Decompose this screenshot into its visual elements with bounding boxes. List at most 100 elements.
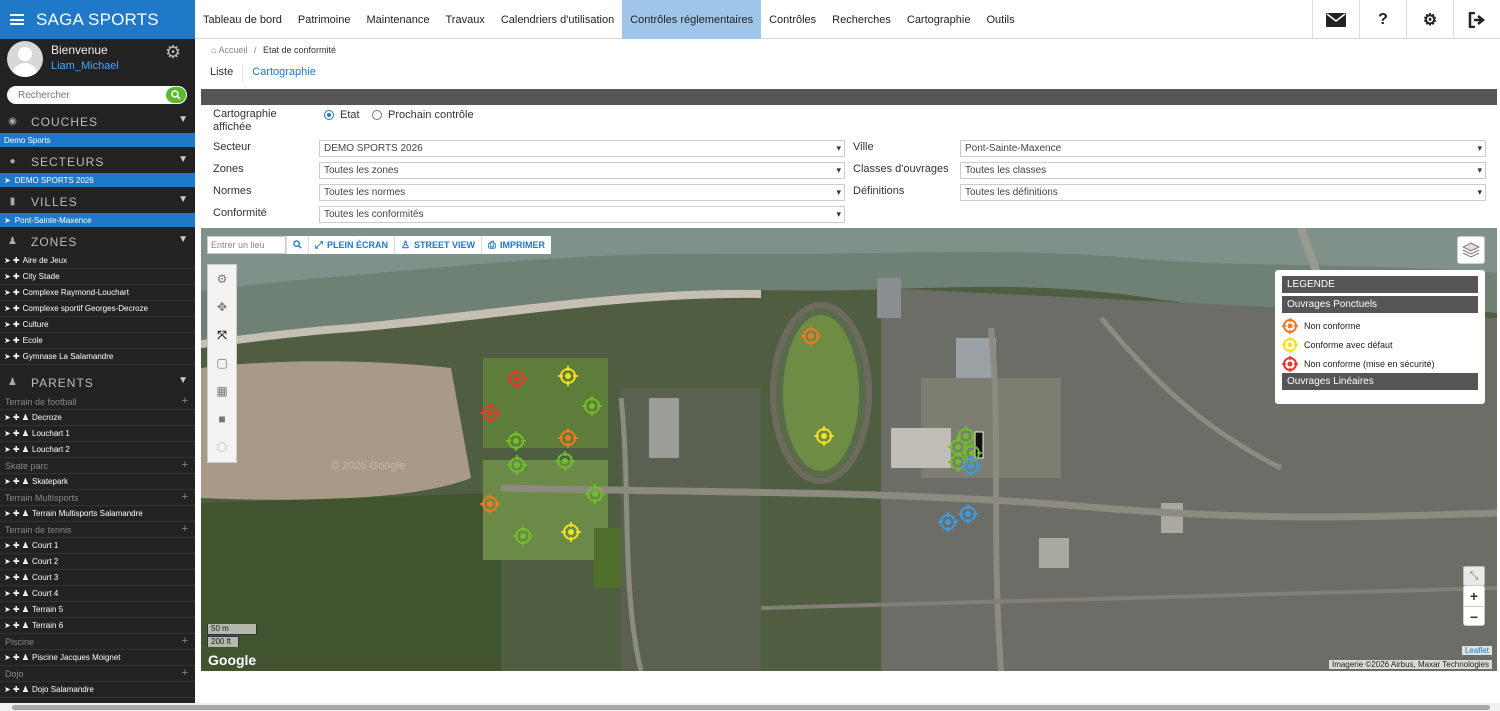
navigate-plus-icon[interactable]: ➤ ✚ <box>4 320 20 329</box>
place-search-button[interactable] <box>286 236 308 254</box>
add-icon[interactable]: + <box>182 667 188 679</box>
zoom-out-button[interactable]: − <box>1464 606 1484 626</box>
definitions-select[interactable]: Toutes les définitions ▾ <box>960 184 1486 201</box>
zone-item[interactable]: ➤ ✚ Complexe Raymond-Louchart <box>0 285 195 301</box>
parent-item[interactable]: ➤ ✚ ♟ Decroze <box>0 410 195 426</box>
navigate-plus-group-icon[interactable]: ➤ ✚ ♟ <box>4 621 29 630</box>
help-icon[interactable]: ? <box>1359 0 1406 39</box>
parent-item[interactable]: ➤ ✚ ♟ Court 3 <box>0 570 195 586</box>
breadcrumb-home[interactable]: Accueil <box>218 45 247 55</box>
navigate-plus-group-icon[interactable]: ➤ ✚ ♟ <box>4 541 29 550</box>
zoom-in-button[interactable]: + <box>1464 586 1484 606</box>
navigate-plus-group-icon[interactable]: ➤ ✚ ♟ <box>4 589 29 598</box>
navigate-plus-icon[interactable]: ➤ ✚ <box>4 304 20 313</box>
print-button[interactable]: ⎙ IMPRIMER <box>481 236 551 254</box>
add-icon[interactable]: + <box>182 523 188 535</box>
square-icon[interactable]: ■ <box>208 405 236 433</box>
zone-item[interactable]: ➤ ✚ Ecole <box>0 333 195 349</box>
navigate-plus-icon[interactable]: ➤ ✚ <box>4 256 20 265</box>
gear-icon[interactable]: ⚙ <box>165 42 181 63</box>
selected-secteurs[interactable]: ➤ DEMO SPORTS 2026 <box>0 173 195 187</box>
secteur-select[interactable]: DEMO SPORTS 2026 ▾ <box>319 140 845 157</box>
leaflet-link[interactable]: Leaflet <box>1461 646 1492 655</box>
chevron-down-icon[interactable]: ▼ <box>178 375 189 386</box>
home-icon[interactable]: ⌂ <box>211 45 216 55</box>
navigate-plus-group-icon[interactable]: ➤ ✚ ♟ <box>4 413 29 422</box>
navigate-plus-icon[interactable]: ➤ ✚ <box>4 352 20 361</box>
scrollbar-thumb[interactable] <box>12 705 1490 710</box>
parent-item[interactable]: ➤ ✚ ♟ Terrain 5 <box>0 602 195 618</box>
parent-item[interactable]: ➤ ✚ ♟ Court 2 <box>0 554 195 570</box>
add-icon[interactable]: + <box>182 395 188 407</box>
chevron-down-icon[interactable]: ▼ <box>178 154 189 165</box>
nav-item-maintenance[interactable]: Maintenance <box>358 0 437 39</box>
search-icon[interactable] <box>166 87 186 103</box>
navigate-plus-group-icon[interactable]: ➤ ✚ ♟ <box>4 429 29 438</box>
nav-item-tableau-de-bord[interactable]: Tableau de bord <box>195 0 290 39</box>
parent-item[interactable]: ➤ ✚ ♟ Terrain 6 <box>0 618 195 634</box>
nav-item-controles[interactable]: Contrôles <box>761 0 824 39</box>
navigate-plus-group-icon[interactable]: ➤ ✚ ♟ <box>4 477 29 486</box>
conformite-select[interactable]: Toutes les conformités ▾ <box>319 206 845 223</box>
settings-icon[interactable]: ⚙ <box>208 265 236 293</box>
ville-select[interactable]: Pont-Sainte-Maxence ▾ <box>960 140 1486 157</box>
parent-group[interactable]: Dojo + <box>0 666 195 682</box>
navigate-plus-group-icon[interactable]: ➤ ✚ ♟ <box>4 685 29 694</box>
tab-cartographie[interactable]: Cartographie <box>243 64 325 82</box>
section-parents[interactable]: ♟ PARENTS ▼ <box>0 371 195 394</box>
parent-group[interactable]: Terrain de football + <box>0 394 195 410</box>
zone-item[interactable]: ➤ ✚ Complexe sportif Georges-Decroze <box>0 301 195 317</box>
add-icon[interactable]: + <box>182 491 188 503</box>
horizontal-scrollbar[interactable] <box>0 703 1500 711</box>
navigate-plus-group-icon[interactable]: ➤ ✚ ♟ <box>4 557 29 566</box>
tab-liste[interactable]: Liste <box>201 64 244 82</box>
zones-select[interactable]: Toutes les zones ▾ <box>319 162 845 179</box>
navigate-plus-group-icon[interactable]: ➤ ✚ ♟ <box>4 445 29 454</box>
navigate-plus-group-icon[interactable]: ➤ ✚ ♟ <box>4 653 29 662</box>
polygon-icon[interactable]: ⬡ <box>208 433 236 461</box>
navigate-plus-group-icon[interactable]: ➤ ✚ ♟ <box>4 573 29 582</box>
navigate-plus-icon[interactable]: ➤ ✚ <box>4 288 20 297</box>
extent-icon[interactable]: ⤧ <box>208 321 236 349</box>
nav-item-recherches[interactable]: Recherches <box>824 0 899 39</box>
chevron-down-icon[interactable]: ▼ <box>178 194 189 205</box>
zone-item[interactable]: ➤ ✚ Culture <box>0 317 195 333</box>
streetview-button[interactable]: ♙ STREET VIEW <box>394 236 481 254</box>
move-icon[interactable]: ✥ <box>208 293 236 321</box>
parent-group[interactable]: Terrain Multisports + <box>0 490 195 506</box>
chevron-down-icon[interactable]: ▼ <box>178 234 189 245</box>
parent-item[interactable]: ➤ ✚ ♟ Louchart 2 <box>0 442 195 458</box>
classes-select[interactable]: Toutes les classes ▾ <box>960 162 1486 179</box>
rectangle-icon[interactable]: ▢ <box>208 349 236 377</box>
logout-icon[interactable] <box>1453 0 1500 39</box>
zone-item[interactable]: ➤ ✚ City Stade <box>0 269 195 285</box>
settings-icon[interactable]: ⚙ <box>1406 0 1453 39</box>
nav-item-cartographie[interactable]: Cartographie <box>899 0 979 39</box>
parent-item[interactable]: ➤ ✚ ♟ Skatepark <box>0 474 195 490</box>
calculator-icon[interactable]: ▦ <box>208 377 236 405</box>
parent-group[interactable]: Terrain de tennis + <box>0 522 195 538</box>
add-icon[interactable]: + <box>182 459 188 471</box>
parent-item[interactable]: ➤ ✚ ♟ Court 4 <box>0 586 195 602</box>
parent-item[interactable]: ➤ ✚ ♟ Louchart 1 <box>0 426 195 442</box>
radio-etat-dot[interactable] <box>324 110 334 120</box>
parent-item[interactable]: ➤ ✚ ♟ Dojo Salamandre <box>0 682 195 698</box>
chevron-down-icon[interactable]: ▼ <box>178 114 189 125</box>
nav-item-travaux[interactable]: Travaux <box>437 0 492 39</box>
nav-item-outils[interactable]: Outils <box>978 0 1022 39</box>
menu-icon[interactable] <box>10 14 24 25</box>
parent-group[interactable]: Skate parc + <box>0 458 195 474</box>
section-couches[interactable]: ◉ COUCHES ▼ <box>0 110 195 133</box>
navigate-plus-group-icon[interactable]: ➤ ✚ ♟ <box>4 509 29 518</box>
add-icon[interactable]: + <box>182 635 188 647</box>
nav-item-calendriers-d-utilisation[interactable]: Calendriers d'utilisation <box>493 0 622 39</box>
parent-item[interactable]: ➤ ✚ ♟ Piscine Jacques Moignet <box>0 650 195 666</box>
search-input[interactable] <box>7 86 157 104</box>
map-canvas[interactable]: © 2026 Google Entrer un lieu ⤢ PLEIN ÉCRA… <box>201 228 1497 671</box>
section-villes[interactable]: ▮ VILLES ▼ <box>0 190 195 213</box>
section-secteurs[interactable]: ● SECTEURS ▼ <box>0 150 195 173</box>
radio-prochain-dot[interactable] <box>372 110 382 120</box>
parent-item[interactable]: ➤ ✚ ♟ Terrain Multisports Salamandre <box>0 506 195 522</box>
parent-group[interactable]: Piscine + <box>0 634 195 650</box>
parent-item[interactable]: ➤ ✚ ♟ Court 1 <box>0 538 195 554</box>
